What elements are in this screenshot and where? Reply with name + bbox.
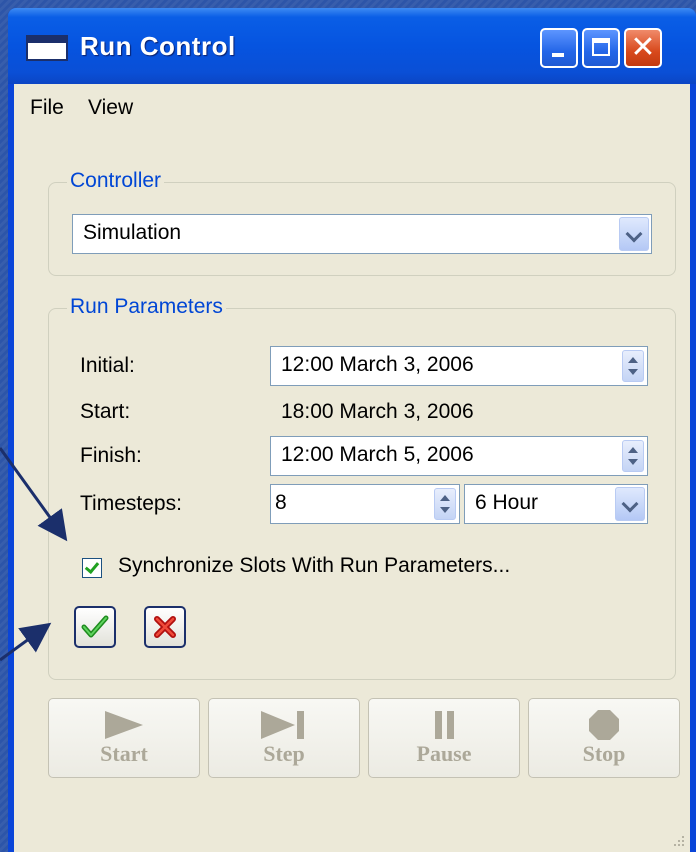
- pause-button-label: Pause: [416, 741, 472, 766]
- timesteps-stepper[interactable]: 8: [270, 484, 460, 524]
- maximize-button[interactable]: [582, 28, 620, 68]
- checkmark-icon: [81, 615, 109, 638]
- stop-octagon-icon: [589, 710, 619, 740]
- minimize-icon: [552, 53, 564, 57]
- timesteps-spinner-icon[interactable]: [434, 488, 456, 520]
- start-button[interactable]: Start: [48, 698, 200, 778]
- finish-datetime-value: 12:00 March 5, 2006: [281, 443, 474, 466]
- controller-selected-value: Simulation: [83, 221, 182, 244]
- pause-icon: [435, 711, 454, 739]
- timestep-unit-value: 6 Hour: [475, 491, 539, 514]
- menu-bar: File View: [14, 84, 690, 132]
- run-control-window: Run Control ✕ File View Controller Simul…: [8, 8, 696, 852]
- window-client-area: File View Controller Simulation Run Para…: [14, 84, 690, 852]
- stop-button-label: Stop: [582, 741, 626, 766]
- run-parameters-group-label: Run Parameters: [67, 295, 226, 319]
- finish-spinner-icon[interactable]: [622, 440, 644, 472]
- apply-button[interactable]: [74, 606, 116, 648]
- sync-slots-checkbox[interactable]: [82, 558, 102, 578]
- window-title: Run Control: [80, 31, 236, 61]
- controller-select[interactable]: Simulation: [72, 214, 652, 254]
- close-icon: ✕: [630, 30, 656, 65]
- initial-spinner-icon[interactable]: [622, 350, 644, 382]
- maximize-icon: [592, 38, 610, 56]
- menu-view[interactable]: View: [88, 96, 133, 120]
- step-forward-icon: [261, 711, 304, 739]
- finish-datetime-input[interactable]: 12:00 March 5, 2006: [270, 436, 648, 476]
- revert-button[interactable]: [144, 606, 186, 648]
- menu-file[interactable]: File: [30, 96, 64, 120]
- chevron-down-icon[interactable]: [619, 217, 649, 251]
- play-icon: [105, 711, 143, 739]
- title-bar[interactable]: Run Control ✕: [8, 8, 696, 84]
- timestep-unit-select[interactable]: 6 Hour: [464, 484, 648, 524]
- minimize-button[interactable]: [540, 28, 578, 68]
- x-cancel-icon: [154, 616, 176, 638]
- initial-datetime-value: 12:00 March 3, 2006: [281, 353, 474, 376]
- step-button[interactable]: Step: [208, 698, 360, 778]
- controller-group-label: Controller: [67, 169, 165, 193]
- stop-button[interactable]: Stop: [528, 698, 680, 778]
- initial-label: Initial:: [80, 354, 135, 377]
- start-datetime-value: 18:00 March 3, 2006: [281, 400, 474, 423]
- timesteps-label: Timesteps:: [80, 492, 182, 515]
- resize-grip-icon[interactable]: [670, 832, 686, 848]
- start-button-label: Start: [100, 741, 148, 766]
- sync-slots-label[interactable]: Synchronize Slots With Run Parameters...: [118, 554, 510, 578]
- close-button[interactable]: ✕: [624, 28, 662, 68]
- window-icon: [26, 35, 68, 61]
- timesteps-value: 8: [275, 491, 287, 514]
- step-button-label: Step: [263, 741, 305, 766]
- initial-datetime-input[interactable]: 12:00 March 3, 2006: [270, 346, 648, 386]
- pause-button[interactable]: Pause: [368, 698, 520, 778]
- chevron-down-icon[interactable]: [615, 487, 645, 521]
- start-label: Start:: [80, 400, 131, 423]
- finish-label: Finish:: [80, 444, 142, 467]
